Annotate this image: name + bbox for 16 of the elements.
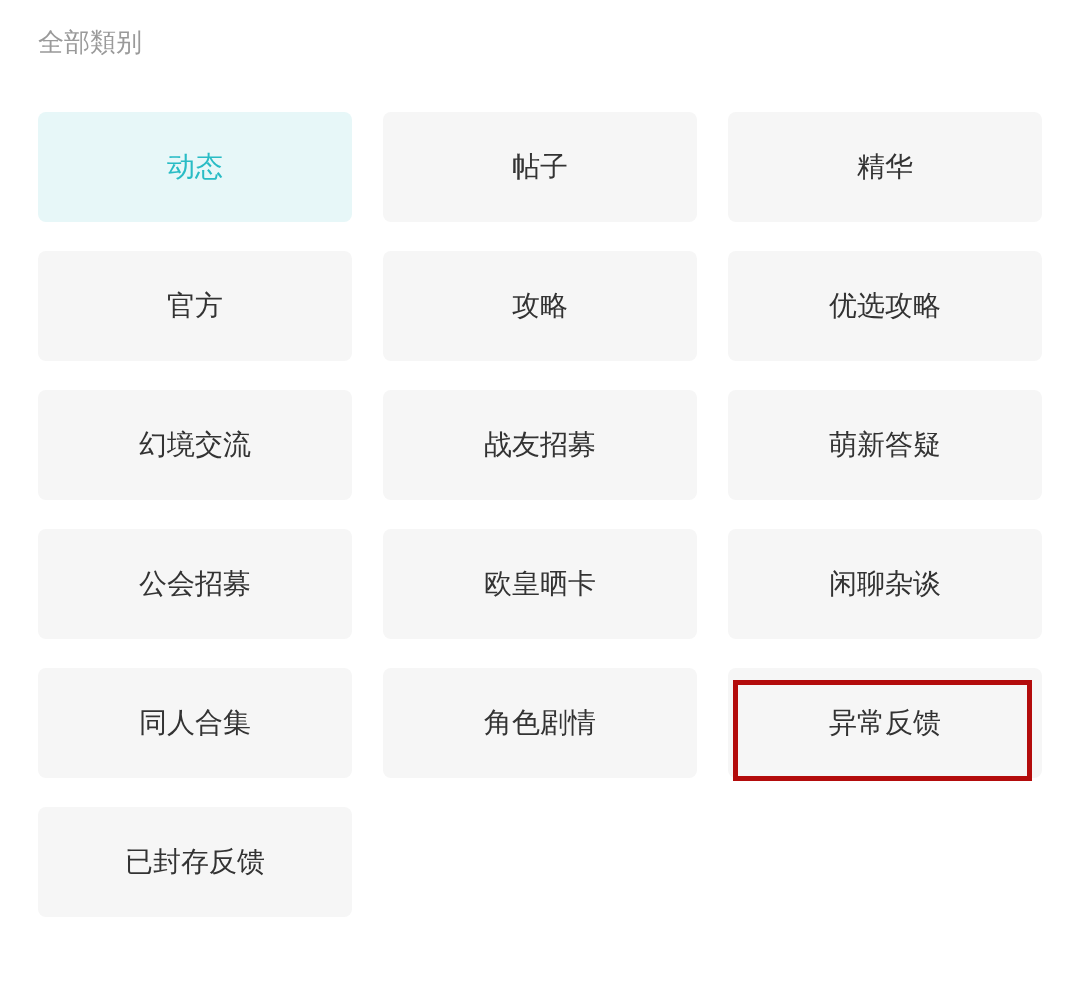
category-button[interactable]: 优选攻略 [728,251,1042,361]
section-title: 全部類别 [38,26,142,59]
category-button[interactable]: 精华 [728,112,1042,222]
category-button[interactable]: 战友招募 [383,390,697,500]
category-button[interactable]: 公会招募 [38,529,352,639]
category-button[interactable]: 异常反馈 [728,668,1042,778]
category-button[interactable]: 角色剧情 [383,668,697,778]
category-button[interactable]: 帖子 [383,112,697,222]
category-button[interactable]: 已封存反馈 [38,807,352,917]
category-button[interactable]: 幻境交流 [38,390,352,500]
category-button[interactable]: 欧皇晒卡 [383,529,697,639]
category-button[interactable]: 萌新答疑 [728,390,1042,500]
category-button[interactable]: 官方 [38,251,352,361]
category-button[interactable]: 闲聊杂谈 [728,529,1042,639]
category-button[interactable]: 同人合集 [38,668,352,778]
category-button[interactable]: 攻略 [383,251,697,361]
